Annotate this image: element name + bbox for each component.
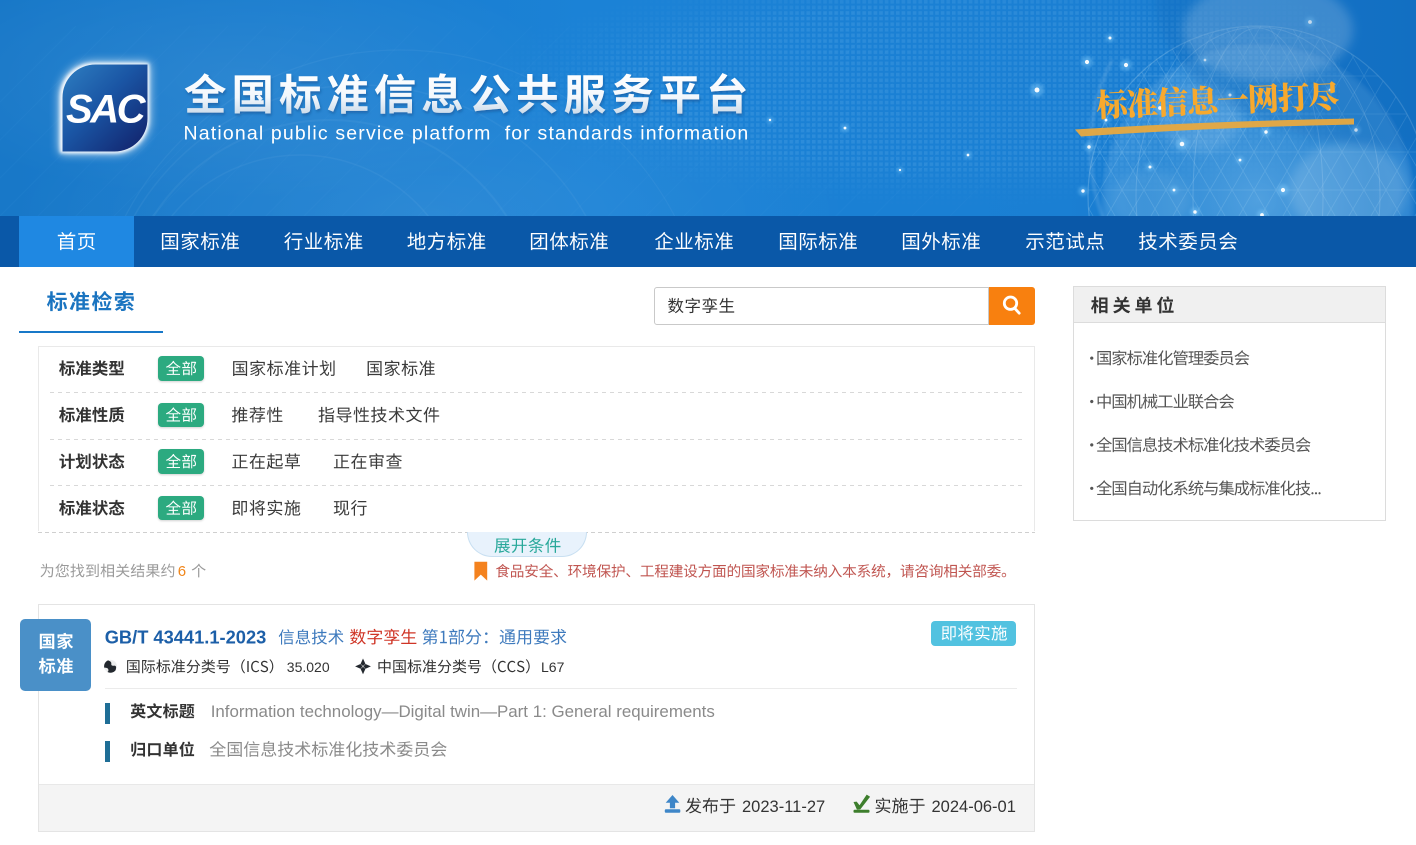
svg-text:SAC: SAC: [66, 88, 147, 132]
svg-text:National public service platfo: National public service platform for sta…: [184, 123, 750, 145]
svg-text:6: 6: [178, 563, 186, 580]
